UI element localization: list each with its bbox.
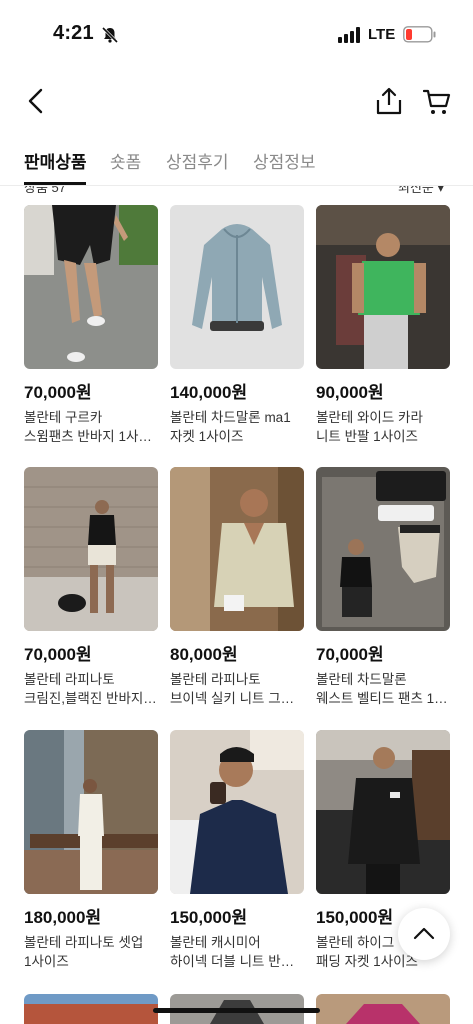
product-price: 140,000원 — [170, 383, 248, 402]
product-card[interactable]: 70,000원 볼란테 라피나토 크림진,블랙진 반바지 1사이즈 — [24, 467, 158, 708]
product-image[interactable] — [24, 994, 158, 1024]
product-title: 볼란테 라피나토 크림진,블랙진 반바지 1사이즈 — [24, 672, 158, 706]
product-title: 볼란테 캐시미어 하이넥 더블 니트 반집업 1사이즈 — [170, 935, 304, 969]
product-price: 90,000원 — [316, 383, 384, 402]
product-image[interactable] — [170, 205, 304, 369]
tab-shop-info[interactable]: 상점정보 — [253, 148, 316, 173]
product-image[interactable] — [24, 467, 158, 631]
product-image[interactable] — [170, 730, 304, 894]
tab-shortform[interactable]: 숏폼 — [110, 148, 141, 173]
product-card[interactable]: 180,000원 볼란테 라피나토 셋업 1사이즈 — [24, 730, 158, 971]
product-image[interactable] — [316, 730, 450, 894]
tab-products-for-sale[interactable]: 판매상품 — [24, 148, 87, 173]
product-title: 볼란테 차드말론 ma1 자켓 1사이즈 — [170, 410, 291, 444]
back-icon[interactable] — [22, 86, 52, 116]
chevron-up-icon — [413, 927, 435, 940]
filter-row-clipped: 상품 57 최신순 ▾ — [0, 186, 473, 194]
product-title: 볼란테 라피나토 브이넥 실키 니트 그레이 1사이즈 — [170, 672, 304, 706]
status-bar: 4:21 LTE — [0, 0, 473, 70]
signal-icon — [338, 27, 360, 43]
product-title: 볼란테 차드말론 웨스트 벨티드 팬츠 1사이즈 — [316, 672, 450, 706]
product-card[interactable]: 90,000원 볼란테 와이드 카라 니트 반팔 1사이즈 — [316, 205, 450, 446]
product-price: 70,000원 — [24, 383, 92, 402]
product-price: 150,000원 — [170, 908, 248, 927]
product-image[interactable] — [316, 994, 450, 1024]
product-price: 80,000원 — [170, 645, 238, 664]
product-card[interactable]: 80,000원 볼란테 라피나토 브이넥 실키 니트 그레이 1사이즈 — [170, 467, 304, 708]
active-tab-indicator — [24, 182, 86, 185]
product-title: 볼란테 와이드 카라 니트 반팔 1사이즈 — [316, 410, 423, 444]
bell-muted-icon — [101, 26, 119, 44]
product-title: 볼란테 라피나토 셋업 1사이즈 — [24, 935, 144, 969]
scroll-to-top-button[interactable] — [398, 908, 450, 960]
product-price: 180,000원 — [24, 908, 102, 927]
battery-icon — [403, 26, 436, 43]
network-type: LTE — [368, 26, 396, 43]
product-title: 볼란테 구르카 스윔팬츠 반바지 1사이즈 — [24, 410, 158, 444]
product-image[interactable] — [170, 467, 304, 631]
product-image[interactable] — [24, 730, 158, 894]
share-icon[interactable] — [375, 86, 403, 116]
product-price: 70,000원 — [24, 645, 92, 664]
product-card[interactable]: 70,000원 볼란테 구르카 스윔팬츠 반바지 1사이즈 — [24, 205, 158, 446]
product-image[interactable] — [316, 467, 450, 631]
tab-shop-reviews[interactable]: 상점후기 — [166, 148, 229, 173]
status-time: 4:21 — [53, 22, 94, 44]
product-card[interactable]: 140,000원 볼란테 차드말론 ma1 자켓 1사이즈 — [170, 205, 304, 446]
cart-icon[interactable] — [423, 88, 451, 116]
product-card[interactable]: 150,000원 볼란테 캐시미어 하이넥 더블 니트 반집업 1사이즈 — [170, 730, 304, 971]
clipped-text-left: 상품 57 — [24, 186, 66, 194]
product-image[interactable] — [316, 205, 450, 369]
home-indicator[interactable] — [153, 1008, 320, 1013]
product-card[interactable]: 70,000원 볼란테 차드말론 웨스트 벨티드 팬츠 1사이즈 — [316, 467, 450, 708]
top-nav — [0, 80, 473, 124]
shop-tabs: 판매상품 숏폼 상점후기 상점정보 — [0, 140, 473, 186]
clipped-text-right: 최신순 ▾ — [398, 186, 445, 194]
product-price: 70,000원 — [316, 645, 384, 664]
product-image[interactable] — [24, 205, 158, 369]
